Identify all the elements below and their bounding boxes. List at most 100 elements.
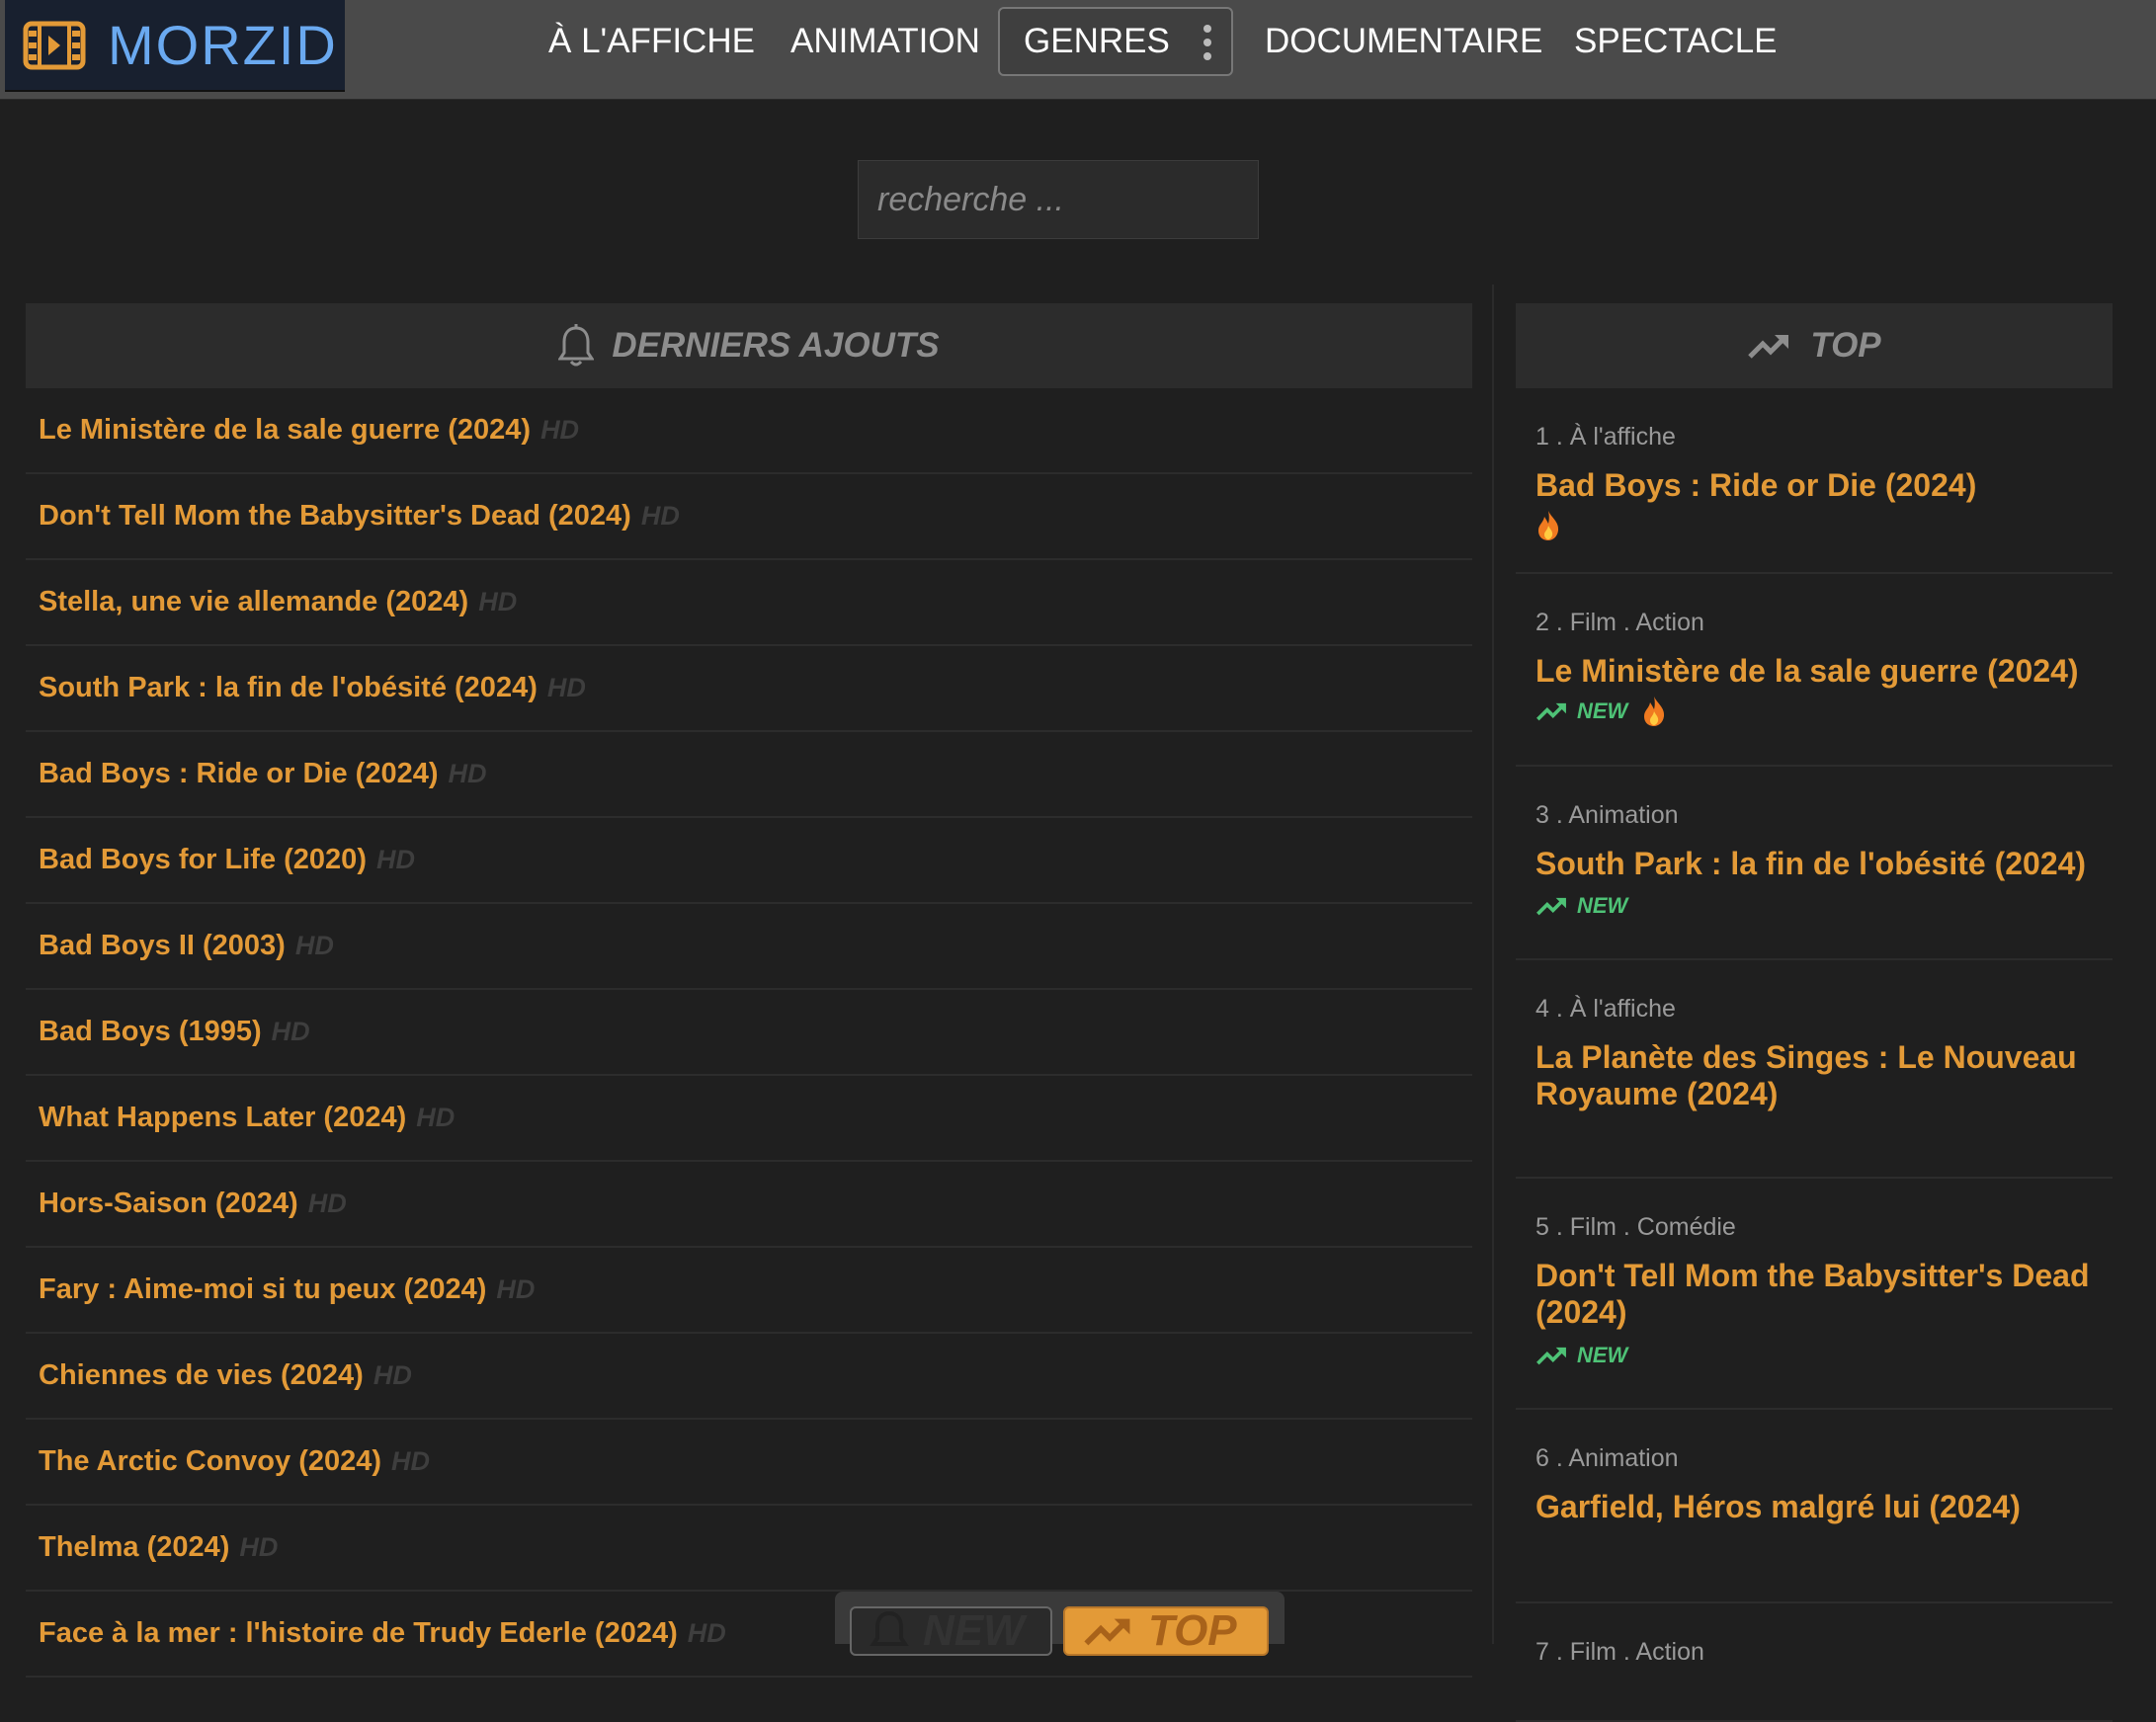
latest-item-title[interactable]: Fary : Aime-moi si tu peux (2024) [39,1273,486,1306]
top-item[interactable]: 5 . Film . Comédie Don't Tell Mom the Bab… [1516,1179,2113,1410]
top-item-badges [1535,509,1561,542]
latest-item-title[interactable]: Chiennes de vies (2024) [39,1359,364,1392]
top-toggle-label: TOP [1148,1606,1237,1655]
latest-item-title[interactable]: Bad Boys : Ride or Die (2024) [39,758,439,790]
latest-item[interactable]: Fary : Aime-moi si tu peux (2024) HD [26,1248,1472,1334]
latest-item[interactable]: Hors-Saison (2024) HD [26,1162,1472,1248]
top-item-title[interactable]: Don't Tell Mom the Babysitter's Dead (20… [1535,1258,2109,1331]
top-item-category: 5 . Film . Comédie [1535,1213,1736,1241]
top-item-category: 4 . À l'affiche [1535,995,1676,1023]
nav-genres-label: GENRES [1024,22,1170,60]
latest-item[interactable]: Chiennes de vies (2024) HD [26,1334,1472,1420]
fire-icon [1644,697,1665,726]
top-item[interactable]: 4 . À l'affiche La Planète des Singes : L… [1516,960,2113,1179]
latest-item[interactable]: Stella, une vie allemande (2024) HD [26,560,1472,646]
hd-badge: HD [373,1360,412,1390]
latest-item[interactable]: South Park : la fin de l'obésité (2024) H… [26,646,1472,732]
latest-item[interactable]: Bad Boys II (2003) HD [26,904,1472,990]
hd-badge: HD [687,1618,726,1648]
top-item-badges: NEW [1535,695,1667,728]
top-item-title[interactable]: Bad Boys : Ride or Die (2024) [1535,467,2109,504]
latest-item[interactable]: Bad Boys for Life (2020) HD [26,818,1472,904]
hd-badge: HD [540,415,580,445]
new-toggle-label: NEW [923,1606,1025,1655]
hd-badge: HD [239,1532,279,1562]
trending-up-icon [1536,897,1566,916]
site-name: MORZID [108,14,338,76]
nav-animation[interactable]: ANIMATION [790,18,980,65]
latest-item-title[interactable]: Don't Tell Mom the Babysitter's Dead (20… [39,500,631,533]
top-heading: TOP [1810,326,1881,365]
latest-heading: DERNIERS AJOUTS [612,326,940,365]
bell-icon [870,1610,909,1646]
hd-badge: HD [478,587,518,616]
latest-item-title[interactable]: Le Ministère de la sale guerre (2024) [39,414,531,447]
film-icon [23,21,86,69]
latest-item[interactable]: Le Ministère de la sale guerre (2024) HD [26,388,1472,474]
top-item[interactable]: 6 . Animation Garfield, Héros malgré lui … [1516,1410,2113,1603]
new-badge: NEW [1535,893,1627,919]
top-toggle-button[interactable]: TOP [1063,1606,1269,1656]
hd-badge: HD [416,1103,456,1132]
top-item-title[interactable]: Garfield, Héros malgré lui (2024) [1535,1489,2109,1525]
column-divider [1492,285,1494,1644]
new-badge-label: NEW [1577,698,1628,723]
latest-item-title[interactable]: Bad Boys II (2003) [39,930,286,962]
new-badge-label: NEW [1577,1343,1628,1367]
latest-item-title[interactable]: Bad Boys for Life (2020) [39,844,367,876]
top-item[interactable]: 1 . À l'affiche Bad Boys : Ride or Die (2… [1516,388,2113,574]
more-vertical-icon [1203,25,1211,64]
trending-up-icon [1536,1347,1566,1365]
top-item[interactable]: 2 . Film . Action Le Ministère de la sale… [1516,574,2113,767]
hd-badge: HD [496,1274,536,1304]
hd-badge: HD [375,845,415,874]
top-item-title[interactable]: South Park : la fin de l'obésité (2024) [1535,846,2109,882]
new-badge: NEW [1535,698,1627,724]
latest-item-title[interactable]: Stella, une vie allemande (2024) [39,586,468,618]
nav-genres-dropdown[interactable]: GENRES [998,7,1233,76]
site-logo[interactable]: MORZID [5,0,345,92]
hd-badge: HD [294,931,334,960]
new-badge: NEW [1535,1343,1627,1368]
top-item-badges: NEW [1535,889,1641,923]
hd-badge: HD [271,1017,310,1046]
hd-badge: HD [546,673,586,702]
search-input[interactable] [859,161,1258,238]
top-header: TOP [1516,303,2113,388]
latest-list: Le Ministère de la sale guerre (2024) HD D… [26,388,1472,1678]
nav-documentaire[interactable]: DOCUMENTAIRE [1265,18,1542,65]
latest-item[interactable]: Bad Boys : Ride or Die (2024) HD [26,732,1472,818]
latest-item[interactable]: Don't Tell Mom the Babysitter's Dead (20… [26,474,1472,560]
bell-icon [558,324,595,367]
latest-item[interactable]: Bad Boys (1995) HD [26,990,1472,1076]
latest-item-title[interactable]: Thelma (2024) [39,1531,229,1564]
latest-item-title[interactable]: What Happens Later (2024) [39,1102,406,1134]
top-item-category: 3 . Animation [1535,801,1679,829]
trending-up-icon [1536,702,1566,721]
latest-item-title[interactable]: Bad Boys (1995) [39,1016,262,1048]
floating-toggle-bar: NEW TOP [835,1592,1285,1656]
latest-item-title[interactable]: South Park : la fin de l'obésité (2024) [39,672,538,704]
top-item-category: 2 . Film . Action [1535,609,1704,636]
top-item-category: 1 . À l'affiche [1535,423,1676,451]
hd-badge: HD [448,759,487,788]
nav-spectacle[interactable]: SPECTACLE [1574,18,1778,65]
latest-item[interactable]: Thelma (2024) HD [26,1506,1472,1592]
latest-item-title[interactable]: Face à la mer : l'histoire de Trudy Eder… [39,1617,678,1650]
top-item[interactable]: 7 . Film . Action [1516,1603,2113,1722]
latest-item[interactable]: The Arctic Convoy (2024) HD [26,1420,1472,1506]
nav-a-l-affiche[interactable]: À L'AFFICHE [548,18,755,65]
trending-up-icon [1748,335,1789,359]
latest-item-title[interactable]: Hors-Saison (2024) [39,1188,298,1220]
top-item-title[interactable]: Le Ministère de la sale guerre (2024) [1535,653,2109,690]
top-item[interactable]: 3 . Animation South Park : la fin de l'ob… [1516,767,2113,960]
new-badge-label: NEW [1577,893,1628,918]
hd-badge: HD [391,1446,431,1476]
hd-badge: HD [307,1189,347,1218]
latest-item[interactable]: What Happens Later (2024) HD [26,1076,1472,1162]
top-item-title[interactable]: La Planète des Singes : Le Nouveau Royau… [1535,1039,2109,1112]
search-box [858,160,1259,239]
latest-item-title[interactable]: The Arctic Convoy (2024) [39,1445,381,1478]
fire-icon [1538,511,1559,540]
new-toggle-button[interactable]: NEW [850,1606,1052,1656]
